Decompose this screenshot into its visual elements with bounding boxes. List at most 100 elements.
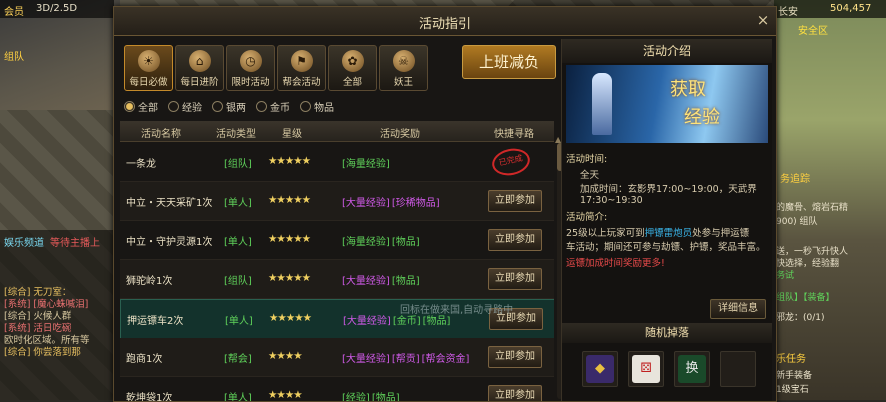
quest-track-line[interactable]: 务试 — [776, 268, 794, 281]
tab-all[interactable]: ✿ 全部 — [328, 45, 377, 91]
table-row[interactable]: 一条龙 [组队] ★★★★★ [海量经验] 已完成 — [120, 143, 554, 182]
detail-line: 活动时间: — [566, 154, 608, 165]
reward-tag: [金币] — [392, 316, 421, 327]
left-tag-team[interactable]: 组队 — [4, 48, 24, 63]
left-tag-channel[interactable]: 娱乐频道 — [4, 234, 44, 249]
details-button[interactable]: 详细信息 — [710, 299, 766, 319]
drop-slot[interactable]: ⚄ — [628, 351, 664, 387]
detail-header: 活动介绍 — [562, 39, 772, 63]
drop-item-icon — [724, 355, 752, 383]
star-rating: ★★★★★ — [268, 194, 311, 206]
filter-label: 全部 — [138, 103, 158, 114]
window-title: 活动指引 — [418, 17, 471, 32]
detail-text: 处参与押运镖 — [692, 228, 750, 239]
tab-timed[interactable]: ◷ 限时活动 — [226, 45, 275, 91]
reward-tag: [大量经验] — [342, 354, 390, 365]
drop-slot[interactable]: 换 — [674, 351, 710, 387]
flag-icon: ⚑ — [290, 50, 313, 72]
skull-icon: ☠ — [392, 50, 415, 72]
column-header: 快捷寻路 — [494, 129, 534, 140]
tab-label: 帮会活动 — [282, 77, 321, 88]
radio-icon — [212, 101, 223, 112]
activity-rewards: [海量经验] — [342, 155, 392, 170]
activity-guide-window: 活动指引 × ☀ 每日必做 ⌂ 每日进阶 ◷ 限时活动 ⚑ 帮会活动 ✿ 全部 ☠ 妖王 上… — [113, 6, 777, 402]
star-rating: ★★★★★ — [268, 272, 311, 284]
detail-line: 全天 — [580, 170, 600, 181]
tab-guild[interactable]: ⚑ 帮会活动 — [277, 45, 326, 91]
close-icon[interactable]: × — [754, 11, 772, 29]
mode-toggle[interactable]: 3D/2.5D — [36, 3, 77, 14]
table-row[interactable]: 乾坤袋1次 [单人] ★★★★ [经验] [物品] 立即参加 — [120, 377, 554, 401]
tab-daily-advanced[interactable]: ⌂ 每日进阶 — [175, 45, 224, 91]
activity-type: [组队] — [224, 276, 252, 287]
filter-items[interactable]: 物品 — [300, 99, 334, 114]
drop-item-icon: ⚄ — [632, 355, 660, 383]
quest-track-line[interactable]: 组队】【装备】 — [776, 290, 835, 303]
detail-line: 活动简介: — [566, 212, 608, 223]
top-right-bar: 长安 504,457 — [774, 0, 886, 18]
filter-all[interactable]: 全部 — [124, 99, 158, 114]
reduce-burden-button[interactable]: 上班减负 — [462, 45, 556, 79]
drop-slot[interactable] — [720, 351, 756, 387]
quest-track-header[interactable]: 乐任务 — [776, 350, 806, 365]
reward-tag: [帮贡] — [391, 354, 420, 365]
safe-zone-label: 安全区 — [798, 26, 828, 37]
detail-pane: 活动介绍 获取 经验 活动时间: 全天 加成时间：玄影界17:00~19:00，天武… — [561, 39, 772, 401]
reward-tag: [帮会资金] — [421, 354, 470, 365]
star-rating: ★★★★★ — [268, 155, 311, 167]
quest-track-line: 900) 组队 — [776, 217, 818, 227]
detail-line: 加成时间：玄影界17:00~19:00，天武界17:30~19:30 — [580, 184, 757, 206]
join-now-button[interactable]: 立即参加 — [488, 268, 542, 290]
table-row[interactable]: 中立・天天采矿1次 [单人] ★★★★★ [大量经验] [珍稀物品] 立即参加 — [120, 182, 554, 221]
join-now-button[interactable]: 立即参加 — [488, 190, 542, 212]
join-now-button[interactable]: 立即参加 — [488, 385, 542, 401]
quest-track-line: 新手装备 — [776, 371, 813, 381]
filter-exp[interactable]: 经验 — [168, 99, 202, 114]
tab-label: 全部 — [342, 77, 362, 88]
drop-slot[interactable]: ◆ — [582, 351, 618, 387]
activity-name: 押运镖车2次 — [127, 316, 184, 327]
filter-label: 经验 — [182, 103, 202, 114]
activity-name: 一条龙 — [126, 159, 156, 170]
reward-tag: [珍稀物品] — [391, 198, 440, 209]
filter-label: 物品 — [314, 103, 334, 114]
join-now-button[interactable]: 立即参加 — [488, 346, 542, 368]
column-header: 星级 — [282, 129, 302, 140]
vip-label[interactable]: 会员 — [4, 3, 24, 18]
filter-label: 银两 — [226, 103, 246, 114]
sun-icon: ☀ — [137, 50, 160, 72]
tab-daily-must[interactable]: ☀ 每日必做 — [124, 45, 173, 91]
reward-tag: [海量经验] — [342, 159, 390, 170]
detail-line: 运镖加成时间奖励更多! — [566, 258, 665, 269]
reward-tag: [大量经验] — [342, 198, 390, 209]
left-tag-host: 等待主播上 — [50, 238, 100, 249]
banner-text: 经验 — [684, 107, 720, 128]
star-rating: ★★★★★ — [268, 233, 311, 245]
reward-tag: [物品] — [422, 316, 451, 327]
activity-rewards: [海量经验] [物品] — [342, 233, 422, 248]
activity-rewards: [大量经验] [帮贡] [帮会资金] — [342, 350, 471, 365]
radio-icon — [168, 101, 179, 112]
quest-track-header[interactable]: 务追踪 — [780, 170, 810, 185]
filter-silver[interactable]: 银两 — [212, 99, 246, 114]
npc-link[interactable]: 押镖雷炮员 — [645, 228, 693, 239]
quest-track-line: 邪龙：(0/1) — [776, 313, 825, 323]
reward-tag: [物品] — [391, 276, 420, 287]
table-row[interactable]: 狮驼岭1次 [组队] ★★★★★ [大量经验] [物品] 立即参加 — [120, 260, 554, 299]
join-now-button[interactable]: 立即参加 — [488, 229, 542, 251]
tab-label: 限时活动 — [231, 77, 270, 88]
star-rating: ★★★★★ — [269, 312, 312, 324]
activity-name: 跑商1次 — [126, 354, 163, 365]
table-row[interactable]: 跑商1次 [帮会] ★★★★ [大量经验] [帮贡] [帮会资金] 立即参加 — [120, 338, 554, 377]
house-icon: ⌂ — [188, 50, 211, 72]
window-title-bar[interactable]: 活动指引 × — [114, 7, 776, 36]
reward-tag: [海量经验] — [342, 237, 390, 248]
activity-table: 一条龙 [组队] ★★★★★ [海量经验] 已完成 中立・天天采矿1次 [单人] ★★★★★ [… — [120, 143, 554, 401]
tab-demon-king[interactable]: ☠ 妖王 — [379, 45, 428, 91]
table-row[interactable]: 中立・守护灵源1次 [单人] ★★★★★ [海量经验] [物品] 立即参加 — [120, 221, 554, 260]
activity-rewards: [大量经验] [珍稀物品] — [342, 194, 442, 209]
activity-name: 乾坤袋1次 — [126, 393, 173, 401]
filter-gold[interactable]: 金币 — [256, 99, 290, 114]
tab-label: 妖王 — [393, 77, 413, 88]
tab-label: 每日进阶 — [180, 77, 219, 88]
